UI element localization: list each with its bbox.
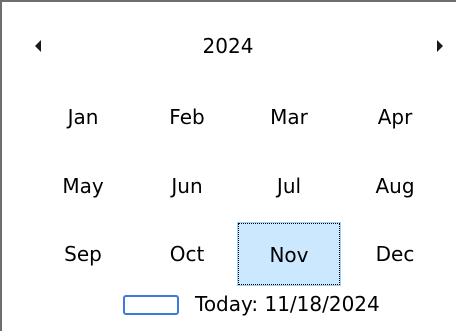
month-dec[interactable]: Dec [343,222,447,286]
month-jul[interactable]: Jul [237,154,341,218]
calendar-title[interactable]: 2024 [160,30,296,62]
today-marker-icon [123,295,179,315]
month-sep[interactable]: Sep [31,222,135,286]
month-calendar: 2024 Jan Feb Mar Apr May Jun Jul Aug Sep… [0,0,456,331]
triangle-left-icon [35,40,41,52]
today-link[interactable]: Today: 11/18/2024 [0,285,456,321]
month-feb[interactable]: Feb [135,85,239,149]
month-apr[interactable]: Apr [343,85,447,149]
previous-year-button[interactable] [24,30,52,62]
triangle-right-icon [437,40,443,52]
month-mar[interactable]: Mar [237,85,341,149]
today-label: Today: 11/18/2024 [195,292,380,316]
calendar-border-left [0,0,2,331]
month-aug[interactable]: Aug [343,154,447,218]
month-nov[interactable]: Nov [237,222,341,286]
month-jan[interactable]: Jan [31,85,135,149]
calendar-border-top [0,0,456,2]
month-jun[interactable]: Jun [135,154,239,218]
month-oct[interactable]: Oct [135,222,239,286]
next-year-button[interactable] [426,30,454,62]
month-may[interactable]: May [31,154,135,218]
